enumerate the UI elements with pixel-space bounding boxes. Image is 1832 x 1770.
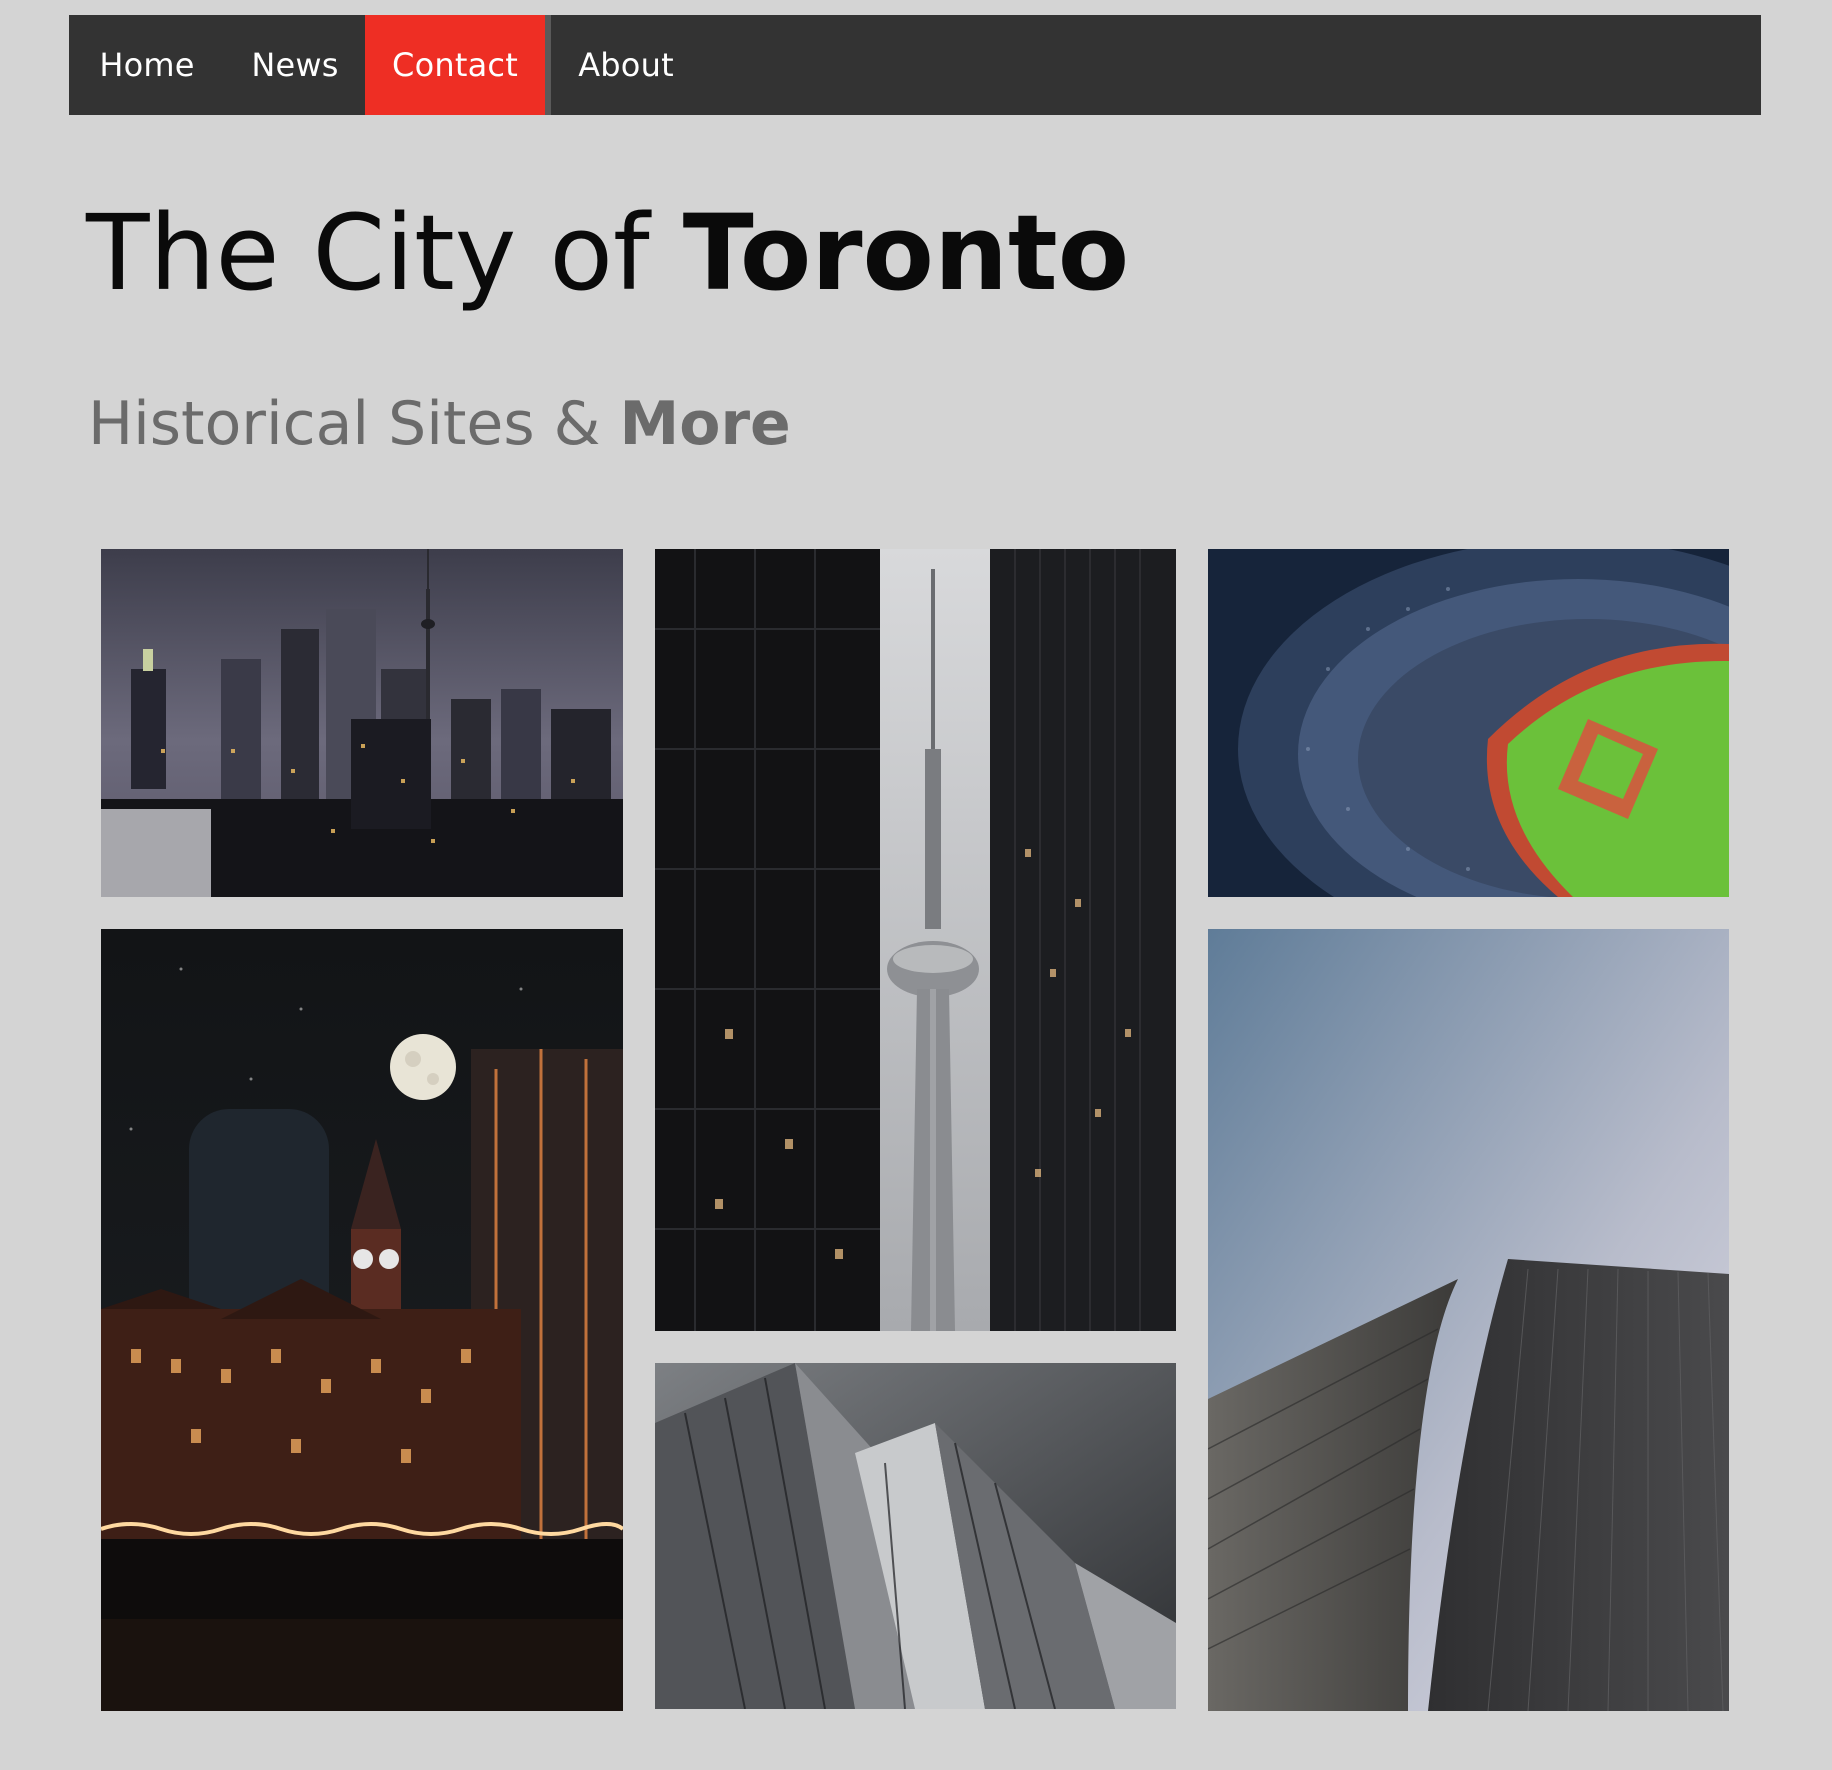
gallery-image-stadium[interactable] (1208, 549, 1729, 897)
gallery-image-skyscrapers[interactable] (1208, 929, 1729, 1711)
city-hall-image (101, 929, 623, 1711)
crystal-image (655, 1363, 1176, 1709)
page-title: The City of Toronto (86, 196, 1129, 310)
page-title-light: The City of (86, 192, 683, 314)
cn-tower-image (655, 549, 1176, 1331)
gallery-image-cn-tower[interactable] (655, 549, 1176, 1331)
page-subtitle-bold: More (619, 389, 791, 459)
gallery-image-skyline[interactable] (101, 549, 623, 897)
stadium-image (1208, 549, 1729, 897)
nav-home-link[interactable]: Home (69, 15, 225, 115)
nav-contact-link[interactable]: Contact (365, 15, 545, 115)
page-title-bold: Toronto (682, 192, 1130, 314)
main-nav: Home News Contact About (69, 15, 1761, 115)
gallery-image-crystal[interactable] (655, 1363, 1176, 1709)
gallery-image-city-hall[interactable] (101, 929, 623, 1711)
nav-news-link[interactable]: News (225, 15, 365, 115)
page-subtitle-light: Historical Sites & (88, 389, 620, 459)
skyline-image (101, 549, 623, 897)
nav-about-link[interactable]: About (551, 15, 701, 115)
page-subtitle: Historical Sites & More (88, 388, 791, 460)
skyscrapers-image (1208, 929, 1729, 1711)
